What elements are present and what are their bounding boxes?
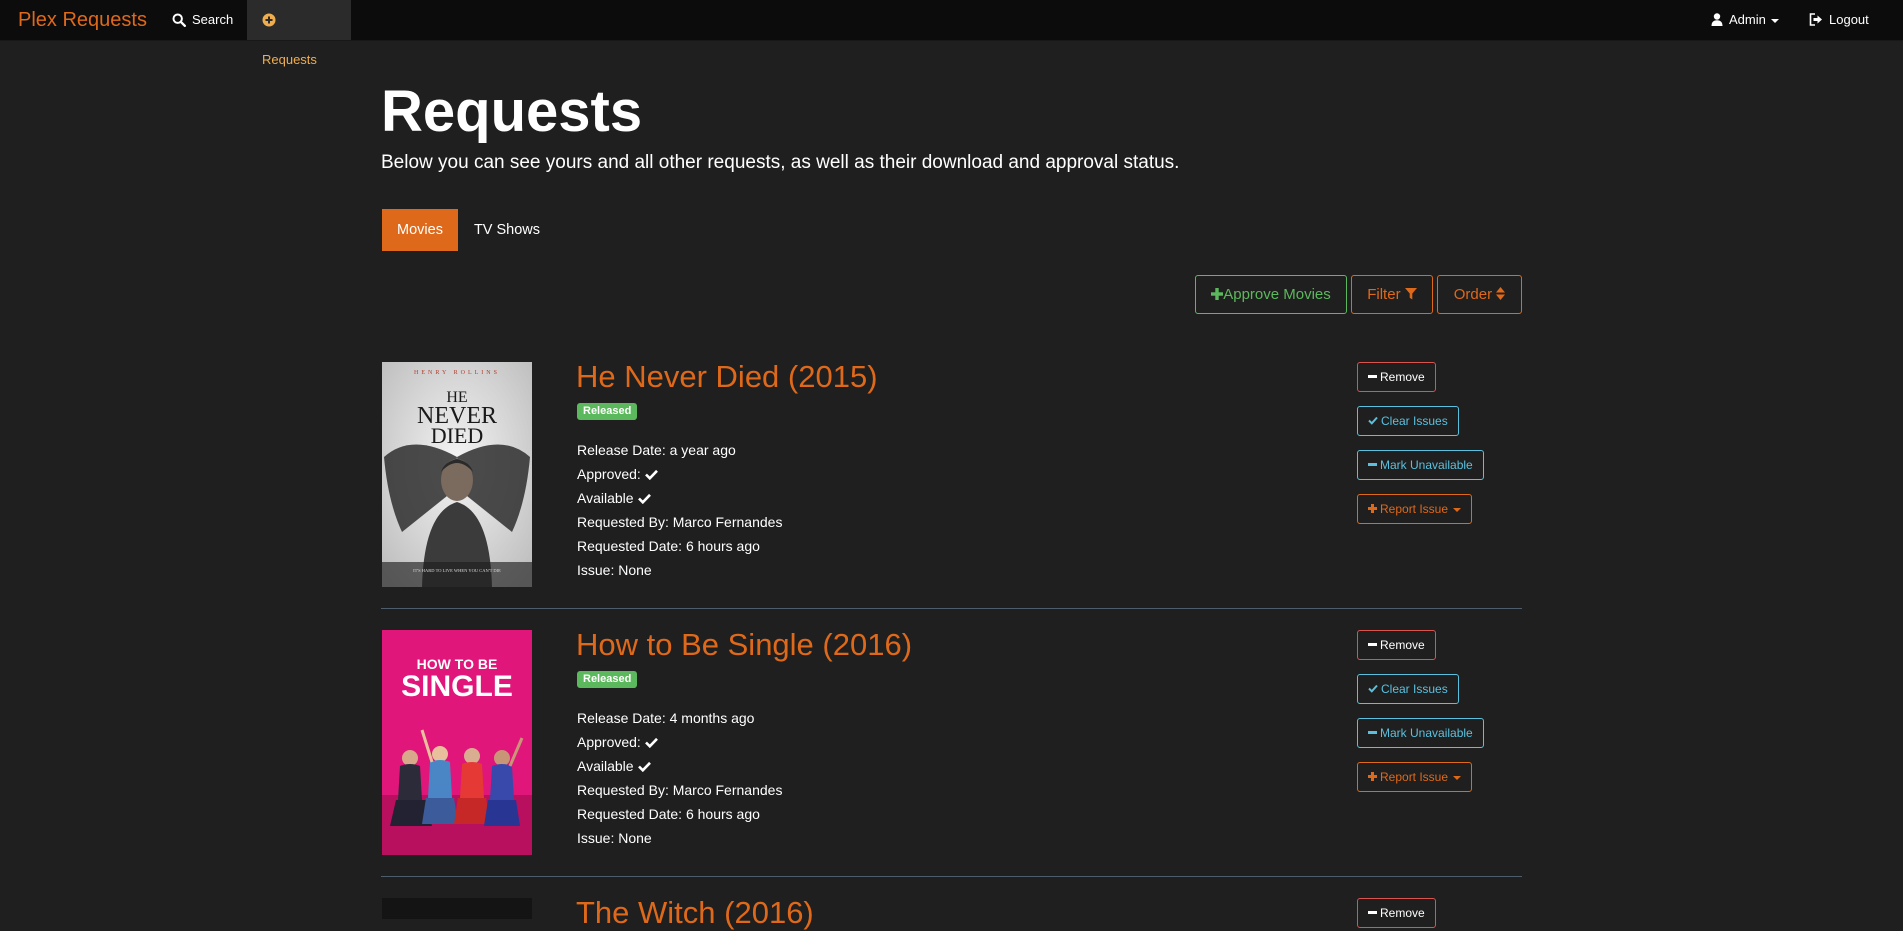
movie-poster xyxy=(382,898,532,919)
movie-poster: HENRY ROLLINS HE NEVER DIED IT'S HARD TO… xyxy=(382,362,532,587)
movie-poster-art: HENRY ROLLINS HE NEVER DIED IT'S HARD TO… xyxy=(382,362,532,587)
remove-label: Remove xyxy=(1380,638,1425,652)
logout-icon xyxy=(1809,13,1822,26)
filter-icon xyxy=(1404,287,1417,300)
minus-icon xyxy=(1368,643,1377,647)
check-icon xyxy=(637,493,651,504)
mark-unavailable-label: Mark Unavailable xyxy=(1380,726,1473,740)
clear-issues-button[interactable]: Clear Issues xyxy=(1357,674,1459,704)
check-icon xyxy=(1368,685,1378,694)
clear-issues-label: Clear Issues xyxy=(1381,414,1448,428)
order-button[interactable]: Order xyxy=(1437,275,1522,314)
brand-link[interactable]: Plex Requests xyxy=(18,9,147,32)
release-date: Release Date: a year ago xyxy=(577,442,736,458)
nav-search-label: Search xyxy=(192,12,234,27)
check-icon xyxy=(644,737,658,748)
navbar: Plex Requests Search Requests Admin Logo… xyxy=(0,0,1903,67)
movie-title[interactable]: How to Be Single (2016) xyxy=(576,627,912,663)
search-icon xyxy=(172,13,187,27)
issue-status: Issue: None xyxy=(577,562,652,578)
mark-unavailable-label: Mark Unavailable xyxy=(1380,458,1473,472)
poster-title-line: DIED xyxy=(431,423,484,448)
available-status: Available xyxy=(577,758,651,774)
approved-status: Approved: xyxy=(577,734,658,750)
tab-movies[interactable]: Movies xyxy=(382,209,458,251)
plus-circle-icon xyxy=(262,13,276,27)
movie-poster-art: HOW TO BE SINGLE xyxy=(382,630,532,855)
requested-date: Requested Date: 6 hours ago xyxy=(577,538,760,554)
movie-title[interactable]: He Never Died (2015) xyxy=(576,359,878,395)
tab-tv-shows[interactable]: TV Shows xyxy=(462,209,552,251)
user-icon xyxy=(1711,13,1723,27)
nav-search[interactable]: Search xyxy=(157,0,248,40)
available-label: Available xyxy=(577,758,634,774)
status-badge: Released xyxy=(577,671,638,688)
available-status: Available xyxy=(577,490,651,506)
logout-label: Logout xyxy=(1829,12,1869,27)
report-issue-label: Report Issue xyxy=(1380,770,1449,784)
movie-title[interactable]: The Witch (2016) xyxy=(576,895,814,931)
minus-icon xyxy=(1368,731,1377,735)
logout-link[interactable]: Logout xyxy=(1794,0,1884,40)
clear-issues-button[interactable]: Clear Issues xyxy=(1357,406,1459,436)
user-menu-label: Admin xyxy=(1729,12,1766,27)
report-issue-button[interactable]: Report Issue xyxy=(1357,762,1473,792)
approved-label: Approved: xyxy=(577,466,641,482)
page-lead: Below you can see yours and all other re… xyxy=(381,152,1180,173)
poster-title-line: SINGLE xyxy=(401,670,513,703)
approved-label: Approved: xyxy=(577,734,641,750)
clear-issues-label: Clear Issues xyxy=(1381,682,1448,696)
mark-unavailable-button[interactable]: Mark Unavailable xyxy=(1357,718,1484,748)
remove-button[interactable]: Remove xyxy=(1357,362,1436,392)
approve-movies-button[interactable]: Approve Movies xyxy=(1195,275,1347,314)
nav-requests-label: Requests xyxy=(262,52,317,67)
requested-by: Requested By: Marco Fernandes xyxy=(577,782,783,798)
poster-tagline: IT'S HARD TO LIVE WHEN YOU CAN'T DIE xyxy=(413,568,501,573)
release-date: Release Date: 4 months ago xyxy=(577,710,755,726)
movie-poster: HOW TO BE SINGLE xyxy=(382,630,532,855)
approve-movies-label: Approve Movies xyxy=(1223,286,1331,303)
report-issue-label: Report Issue xyxy=(1380,502,1449,516)
page-title: Requests xyxy=(381,79,643,144)
available-label: Available xyxy=(577,490,634,506)
nav-requests[interactable]: Requests xyxy=(247,0,351,67)
remove-label: Remove xyxy=(1380,370,1425,384)
requested-by: Requested By: Marco Fernandes xyxy=(577,514,783,530)
poster-credit: HENRY ROLLINS xyxy=(414,370,500,376)
check-icon xyxy=(644,469,658,480)
issue-status: Issue: None xyxy=(577,830,652,846)
approved-status: Approved: xyxy=(577,466,658,482)
minus-icon xyxy=(1368,375,1377,379)
plus-icon xyxy=(1368,504,1377,514)
divider xyxy=(381,608,1522,609)
remove-button[interactable]: Remove xyxy=(1357,898,1436,928)
remove-button[interactable]: Remove xyxy=(1357,630,1436,660)
filter-label: Filter xyxy=(1367,286,1401,303)
check-icon xyxy=(1368,417,1378,426)
filter-button[interactable]: Filter xyxy=(1351,275,1433,314)
check-icon xyxy=(637,761,651,772)
report-issue-button[interactable]: Report Issue xyxy=(1357,494,1473,524)
minus-icon xyxy=(1368,911,1377,915)
requested-date: Requested Date: 6 hours ago xyxy=(577,806,760,822)
plus-icon xyxy=(1211,287,1224,300)
sort-icon xyxy=(1496,287,1506,301)
divider xyxy=(381,876,1522,877)
mark-unavailable-button[interactable]: Mark Unavailable xyxy=(1357,450,1484,480)
remove-label: Remove xyxy=(1380,906,1425,920)
status-badge: Released xyxy=(577,403,638,420)
minus-icon xyxy=(1368,463,1377,467)
plus-icon xyxy=(1368,772,1377,782)
caret-down-icon xyxy=(1453,775,1462,780)
caret-down-icon xyxy=(1453,507,1462,512)
user-menu[interactable]: Admin xyxy=(1696,0,1794,40)
order-label: Order xyxy=(1453,286,1493,303)
caret-down-icon xyxy=(1770,18,1779,23)
